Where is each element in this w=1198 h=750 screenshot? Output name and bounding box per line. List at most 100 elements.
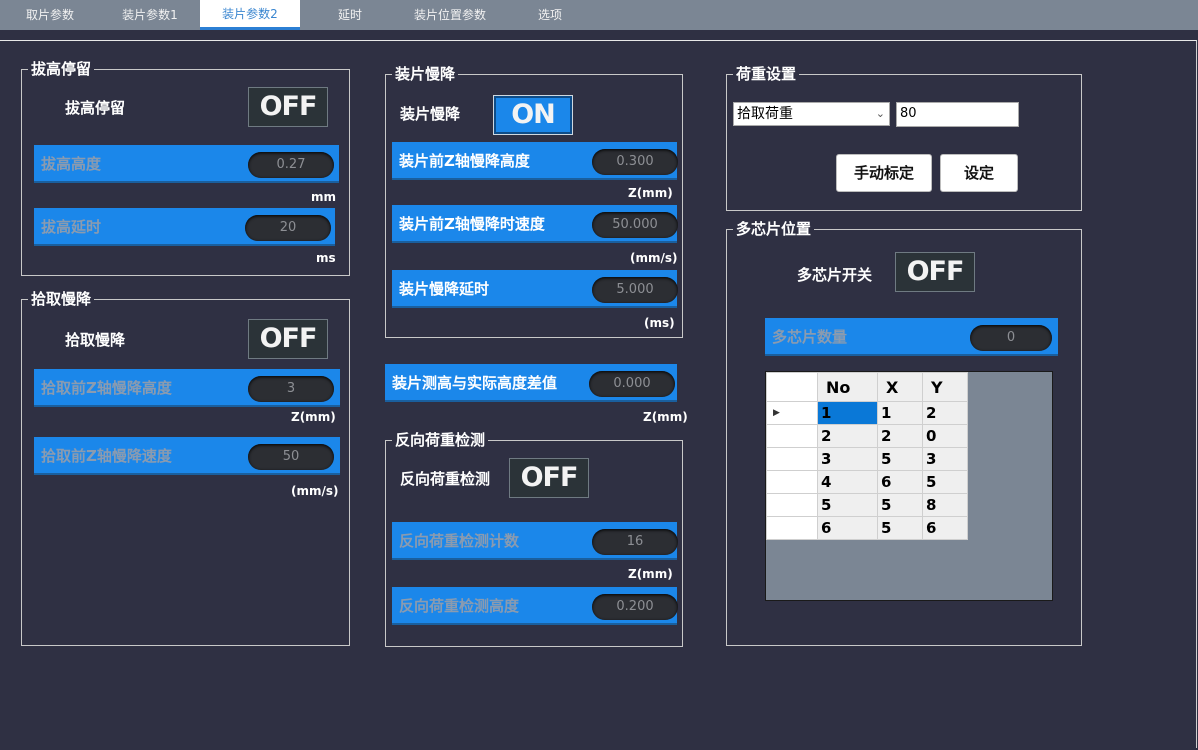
load-value-input[interactable]: 80 [896,102,1019,127]
group-title: 拔高停留 [28,60,95,78]
position-table: No X Y ▶ 1 1 2 2 2 0 3 5 3 4 6 5 5 5 8 6… [766,372,968,540]
load-slow-delay-label: 装片慢降延时 [399,280,490,298]
load-slow-height-value[interactable]: 0.300 [592,149,678,175]
load-slow-speed-unit: (mm/s) [630,251,678,265]
lift-height-value[interactable]: 0.27 [248,152,334,178]
reverse-count-label: 反向荷重检测计数 [399,532,520,550]
tab-load-position-params[interactable]: 装片位置参数 [400,0,500,30]
tab-load-params-1[interactable]: 装片参数1 [100,0,200,30]
load-slow-delay-value[interactable]: 5.000 [592,277,678,303]
pick-slow-height-label: 拾取前Z轴慢降高度 [41,379,172,397]
pick-slow-height-value[interactable]: 3 [248,376,334,402]
lift-delay-row: 拔高延时 20 [34,208,335,246]
pick-slow-switch-label: 拾取慢降 [65,331,126,349]
cell-y[interactable]: 2 [922,401,968,425]
reverse-count-value[interactable]: 16 [592,529,678,555]
lift-delay-label: 拔高延时 [41,218,102,236]
group-lift-dwell: 拔高停留 拔高停留 OFF 拔高高度 0.27 mm 拔高延时 20 ms [21,60,350,276]
row-header[interactable] [766,516,818,540]
cell-y[interactable]: 8 [922,493,968,517]
table-row[interactable]: 5 5 8 [766,493,968,517]
lift-delay-unit: ms [316,251,336,265]
cell-x[interactable]: 5 [877,516,923,540]
cell-x[interactable]: 6 [877,470,923,494]
load-slow-speed-row: 装片前Z轴慢降时速度 50.000 [392,205,678,243]
table-row[interactable]: 2 2 0 [766,424,968,448]
load-slow-delay-unit: (ms) [644,316,675,330]
group-title: 荷重设置 [733,65,800,83]
row-header[interactable] [766,424,818,448]
lift-dwell-switch-label: 拔高停留 [65,99,126,117]
table-row[interactable]: 6 5 6 [766,516,968,540]
group-title: 反向荷重检测 [392,431,489,449]
multichip-count-row: 多芯片数量 0 [765,318,1058,356]
multichip-switch-label: 多芯片开关 [797,266,873,284]
cell-no[interactable]: 3 [817,447,878,471]
pick-slow-height-row: 拾取前Z轴慢降高度 3 [34,369,340,407]
reverse-height-value[interactable]: 0.200 [592,594,678,620]
lift-delay-value[interactable]: 20 [245,215,331,241]
load-slow-delay-row: 装片慢降延时 5.000 [392,270,678,308]
row-header-corner [766,372,818,402]
pick-slow-toggle[interactable]: OFF [248,319,328,359]
column-header-no[interactable]: No [817,372,878,402]
cell-x[interactable]: 5 [877,493,923,517]
reverse-count-unit: Z(mm) [628,567,673,581]
column-header-y[interactable]: Y [922,372,968,402]
height-diff-value[interactable]: 0.000 [589,371,675,397]
load-slow-switch-label: 装片慢降 [400,105,461,123]
cell-y[interactable]: 6 [922,516,968,540]
row-header[interactable] [766,493,818,517]
tab-pick-params[interactable]: 取片参数 [0,0,100,30]
tab-load-params-2[interactable]: 装片参数2 [200,0,300,30]
multichip-toggle[interactable]: OFF [895,252,975,292]
group-multichip-position: 多芯片位置 多芯片开关 OFF 多芯片数量 0 No X Y ▶ 1 1 2 2… [726,220,1082,646]
table-row[interactable]: 4 6 5 [766,470,968,494]
row-header[interactable] [766,470,818,494]
height-diff-unit: Z(mm) [643,410,688,424]
tab-options[interactable]: 选项 [500,0,600,30]
cell-y[interactable]: 0 [922,424,968,448]
table-row[interactable]: ▶ 1 1 2 [766,401,968,425]
table-row[interactable]: 3 5 3 [766,447,968,471]
reverse-switch-label: 反向荷重检测 [400,470,491,488]
multichip-position-grid: No X Y ▶ 1 1 2 2 2 0 3 5 3 4 6 5 5 5 8 6… [765,371,1053,601]
multichip-count-value[interactable]: 0 [970,325,1052,351]
cell-x[interactable]: 1 [877,401,923,425]
cell-no[interactable]: 1 [817,401,878,425]
cell-no[interactable]: 6 [817,516,878,540]
load-slow-speed-value[interactable]: 50.000 [592,212,678,238]
group-reverse-load-detect: 反向荷重检测 反向荷重检测 OFF 反向荷重检测计数 16 Z(mm) 反向荷重… [385,431,683,647]
column-header-x[interactable]: X [877,372,923,402]
cell-x[interactable]: 2 [877,424,923,448]
lift-height-unit: mm [311,190,337,204]
cell-y[interactable]: 5 [922,470,968,494]
cell-no[interactable]: 4 [817,470,878,494]
tab-delay[interactable]: 延时 [300,0,400,30]
reverse-count-row: 反向荷重检测计数 16 [392,522,678,560]
row-header[interactable] [766,447,818,471]
cell-x[interactable]: 5 [877,447,923,471]
pick-slow-speed-unit: (mm/s) [291,484,339,498]
pick-slow-speed-value[interactable]: 50 [248,444,334,470]
group-title: 拾取慢降 [28,290,95,308]
load-type-value: 拾取荷重 [737,106,793,122]
tab-bar: 取片参数 装片参数1 装片参数2 延时 装片位置参数 选项 [0,0,1198,30]
manual-calibrate-button[interactable]: 手动标定 [836,154,932,192]
height-diff-label: 装片测高与实际高度差值 [392,374,558,392]
cell-no[interactable]: 2 [817,424,878,448]
reverse-height-row: 反向荷重检测高度 0.200 [392,587,678,625]
height-diff-row: 装片测高与实际高度差值 0.000 [385,364,677,402]
cell-y[interactable]: 3 [922,447,968,471]
current-row-arrow-icon: ▶ [766,401,818,425]
cell-no[interactable]: 5 [817,493,878,517]
load-slow-toggle[interactable]: ON [493,95,573,135]
lift-dwell-toggle[interactable]: OFF [248,87,328,127]
lift-height-row: 拔高高度 0.27 [34,145,339,183]
multichip-count-label: 多芯片数量 [772,328,848,346]
load-type-select[interactable]: 拾取荷重 ⌄ [733,102,890,126]
load-slow-height-label: 装片前Z轴慢降高度 [399,152,530,170]
set-button[interactable]: 设定 [940,154,1018,192]
reverse-height-label: 反向荷重检测高度 [399,597,520,615]
reverse-load-toggle[interactable]: OFF [509,458,589,498]
